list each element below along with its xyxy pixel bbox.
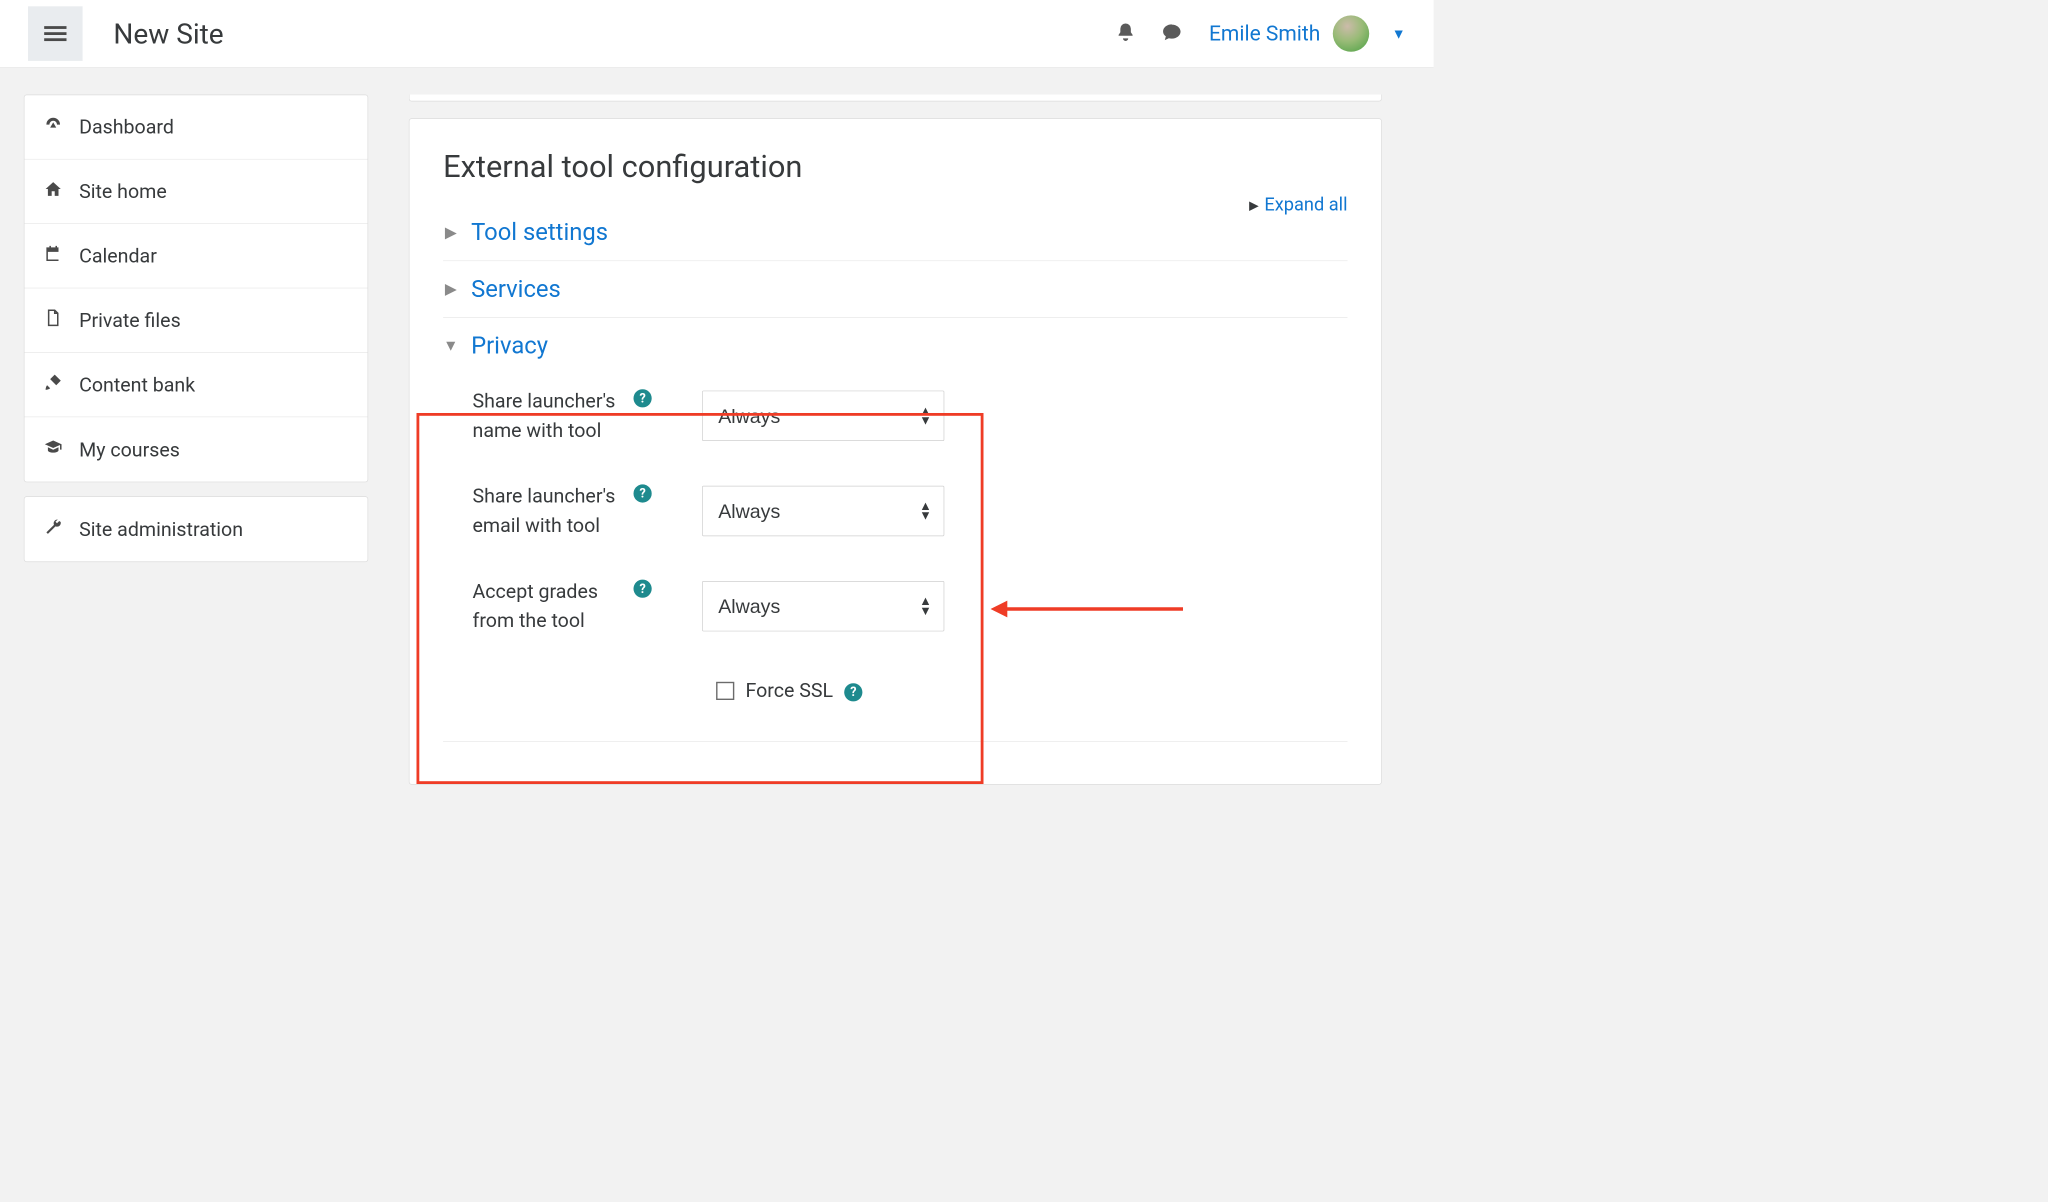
triangle-right-icon: ▶ [1249, 198, 1259, 213]
field-label: Share launcher's email with tool [473, 482, 627, 541]
site-name[interactable]: New Site [113, 17, 223, 50]
file-icon [43, 309, 64, 332]
home-icon [43, 180, 64, 203]
section-tool-settings: ▶ Tool settings [443, 204, 1347, 261]
chevron-right-icon: ▶ [443, 224, 458, 242]
sidebar-item-dashboard[interactable]: Dashboard [25, 95, 368, 159]
main-region: External tool configuration ▶ Expand all… [409, 95, 1382, 785]
sidebar-item-label: Calendar [79, 244, 157, 267]
privacy-row-accept-grades: Accept grades from the tool ? Always ▲▼ [443, 568, 1347, 649]
privacy-row-share-email: Share launcher's email with tool ? Alway… [443, 473, 1347, 568]
help-icon[interactable]: ? [634, 484, 652, 502]
sidebar-item-site-home[interactable]: Site home [25, 160, 368, 224]
help-icon[interactable]: ? [844, 683, 862, 701]
messages-toggle[interactable] [1161, 22, 1182, 46]
page-title: External tool configuration [443, 148, 1347, 184]
section-header-privacy[interactable]: ▼ Privacy [443, 332, 1347, 360]
user-menu-caret[interactable]: ▼ [1392, 25, 1406, 42]
sidebar-item-calendar[interactable]: Calendar [25, 224, 368, 288]
section-privacy: ▼ Privacy Share launcher's name with too… [443, 318, 1347, 664]
section-title: Services [471, 275, 561, 303]
chevron-down-icon: ▼ [443, 337, 458, 355]
force-ssl-row: Force SSL ? [443, 664, 1347, 703]
gauge-icon [43, 116, 64, 139]
share-name-select[interactable]: Always [702, 391, 944, 441]
sidebar-item-label: Private files [79, 309, 181, 332]
privacy-row-share-name: Share launcher's name with tool ? Always… [443, 378, 1347, 473]
share-email-select[interactable]: Always [702, 486, 944, 536]
nav-drawer: Dashboard Site home Calendar Private fil… [24, 95, 368, 785]
previous-card-edge [409, 95, 1382, 102]
sidebar-item-label: Site administration [79, 518, 243, 541]
sidebar-item-label: Content bank [79, 373, 195, 396]
section-header-tool-settings[interactable]: ▶ Tool settings [443, 218, 1347, 246]
expand-all-label: Expand all [1264, 195, 1347, 216]
hamburger-icon [44, 22, 66, 44]
user-menu-name[interactable]: Emile Smith [1209, 21, 1320, 45]
force-ssl-checkbox[interactable] [716, 681, 734, 699]
avatar[interactable] [1333, 15, 1369, 51]
chat-icon [1161, 22, 1182, 43]
wrench-icon [43, 518, 64, 541]
sidebar-item-my-courses[interactable]: My courses [25, 417, 368, 481]
section-title: Privacy [471, 332, 548, 360]
nav-block-admin: Site administration [24, 496, 368, 562]
chevron-right-icon: ▶ [443, 280, 458, 298]
field-label: Share launcher's name with tool [473, 386, 627, 445]
field-label: Accept grades from the tool [473, 577, 627, 636]
nav-block-main: Dashboard Site home Calendar Private fil… [24, 95, 368, 483]
gradcap-icon [43, 438, 64, 461]
sidebar-item-content-bank[interactable]: Content bank [25, 353, 368, 417]
sidebar-item-site-admin[interactable]: Site administration [25, 497, 368, 561]
brush-icon [43, 373, 64, 396]
accept-grades-select[interactable]: Always [702, 581, 944, 631]
sidebar-item-label: My courses [79, 438, 180, 461]
section-services: ▶ Services [443, 261, 1347, 318]
help-icon[interactable]: ? [634, 389, 652, 407]
calendar-icon [43, 244, 64, 267]
section-header-services[interactable]: ▶ Services [443, 275, 1347, 303]
notifications-toggle[interactable] [1115, 22, 1136, 46]
config-card: External tool configuration ▶ Expand all… [409, 118, 1382, 784]
divider [443, 741, 1347, 742]
sidebar-item-label: Site home [79, 180, 167, 203]
topbar: New Site Emile Smith ▼ [0, 0, 1434, 68]
force-ssl-label: Force SSL [746, 679, 834, 702]
help-icon[interactable]: ? [634, 580, 652, 598]
section-title: Tool settings [471, 218, 608, 246]
expand-all-link[interactable]: ▶ Expand all [1249, 195, 1347, 216]
sidebar-item-private-files[interactable]: Private files [25, 288, 368, 352]
nav-drawer-toggle[interactable] [28, 6, 83, 61]
bell-icon [1115, 22, 1136, 43]
sidebar-item-label: Dashboard [79, 116, 174, 139]
